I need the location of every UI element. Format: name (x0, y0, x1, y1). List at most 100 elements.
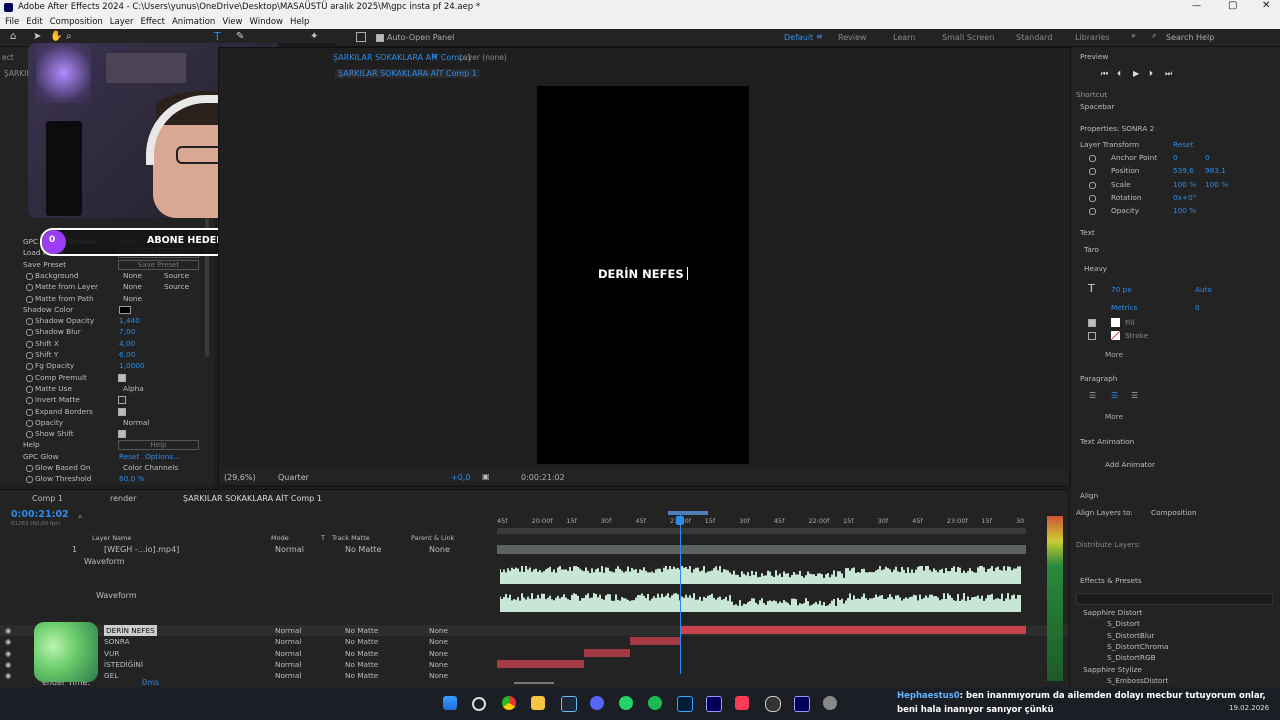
effect-dropdown[interactable]: Alpha (123, 383, 144, 394)
stopwatch-icon[interactable] (26, 374, 33, 382)
audio-layer-name[interactable]: [WEGH -...io].mp4] (104, 545, 179, 554)
effect-dropdown[interactable]: None (123, 270, 142, 281)
search-icon[interactable]: ⌕ (1152, 31, 1156, 41)
preset-folder[interactable]: Sapphire Distort (1083, 608, 1142, 617)
layer-parent[interactable]: None (429, 659, 448, 670)
auto-open-checkbox[interactable] (376, 34, 384, 42)
settings-icon[interactable] (823, 696, 837, 710)
menu-file[interactable]: File (5, 15, 19, 29)
stopwatch-icon[interactable] (26, 284, 33, 292)
effect-checkbox[interactable] (118, 407, 126, 416)
layer-mode[interactable]: Normal (275, 659, 301, 670)
work-area-range[interactable] (668, 511, 708, 515)
effects-search-input[interactable] (1076, 593, 1273, 605)
preset-item[interactable]: S_Distort (1107, 619, 1140, 628)
windows-start-icon[interactable] (443, 696, 457, 710)
effect-row[interactable]: Help Help (0, 439, 205, 451)
effect-value[interactable]: 4,00 (119, 338, 135, 349)
layer-name[interactable]: GEL (104, 670, 118, 681)
effect-checkbox[interactable] (118, 373, 126, 382)
home-icon[interactable]: ⌂ (10, 31, 16, 42)
property-value[interactable]: 100 % (1173, 180, 1196, 189)
effect-checkbox[interactable] (118, 396, 126, 405)
layer-parent[interactable]: None (429, 625, 448, 636)
property-value-2[interactable]: 0 (1205, 153, 1210, 162)
menu-edit[interactable]: Edit (26, 15, 42, 29)
comp-tab[interactable]: ŞARKILAR SOKAKLARA AİT Comp 1 (333, 53, 472, 62)
property-value[interactable]: 0 (1173, 153, 1178, 162)
comp-breadcrumb[interactable]: ŞARKILAR SOKAKLARA AİT Comp 1 (335, 69, 480, 78)
play-icon[interactable]: ▶ (1133, 69, 1139, 78)
first-frame-icon[interactable]: ⏮ (1101, 69, 1108, 79)
effect-row[interactable]: Fg Opacity 1,0000 (0, 360, 205, 371)
preset-item[interactable]: S_DistortChroma (1107, 642, 1169, 651)
brush-tool-icon[interactable]: ✎ (236, 31, 244, 42)
effect-value[interactable]: 7,00 (119, 326, 135, 337)
stopwatch-icon[interactable] (26, 465, 33, 472)
stopwatch-icon[interactable] (26, 397, 33, 405)
effect-options-button[interactable]: Options... (145, 451, 180, 462)
search-taskbar-icon[interactable] (472, 697, 486, 711)
playhead[interactable] (680, 514, 681, 674)
layer-track-matte[interactable]: No Matte (345, 659, 378, 670)
property-value[interactable]: 0x+0° (1173, 193, 1196, 202)
property-value-2[interactable]: 100 % (1205, 180, 1228, 189)
playhead-marker[interactable] (676, 516, 684, 525)
stopwatch-icon[interactable] (1089, 155, 1096, 162)
effect-row[interactable]: Shift X 4,00 (0, 338, 205, 349)
comp-canvas[interactable]: DERİN NEFES (537, 86, 749, 464)
property-value-2[interactable]: 983,1 (1205, 166, 1226, 175)
effect-row[interactable]: Show Shift (0, 428, 205, 439)
prev-frame-icon[interactable]: ⏴ (1117, 69, 1121, 79)
zoom-dropdown[interactable]: (29,6%) (224, 473, 256, 482)
next-frame-icon[interactable]: ⏵ (1149, 69, 1153, 79)
stopwatch-icon[interactable] (26, 431, 33, 439)
workspace-standard[interactable]: Standard (1016, 33, 1052, 42)
last-frame-icon[interactable]: ⏭ (1165, 69, 1172, 79)
close-button[interactable]: ✕ (1262, 0, 1270, 11)
after-effects-icon[interactable] (794, 696, 810, 712)
preset-item[interactable]: S_DistortBlur (1107, 631, 1155, 640)
search-help-input[interactable]: Search Help (1166, 33, 1214, 42)
effect-value[interactable]: 1,440 (119, 315, 140, 326)
effect-row[interactable]: Shift Y 6,00 (0, 349, 205, 360)
audio-layer-row[interactable]: 1 [WEGH -...io].mp4] Normal No Matte Non… (0, 544, 497, 555)
menu-animation[interactable]: Animation (172, 15, 215, 29)
property-value[interactable]: 539,6 (1173, 166, 1194, 175)
exposure-value[interactable]: +0,0 (451, 473, 470, 482)
type-tool-icon[interactable]: T (214, 30, 221, 43)
music-icon[interactable] (735, 696, 749, 710)
effect-button[interactable]: Help (118, 440, 199, 451)
stopwatch-icon[interactable] (26, 318, 33, 326)
text-more-button[interactable]: More (1105, 350, 1123, 359)
maximize-button[interactable]: ▢ (1228, 0, 1237, 11)
timeline-tab-main[interactable]: ŞARKILAR SOKAKLARA AİT Comp 1 (183, 494, 322, 503)
font-size-value[interactable]: 70 px (1111, 285, 1132, 294)
tab-menu-icon[interactable]: ≡ (431, 52, 438, 61)
stopwatch-icon[interactable] (26, 272, 33, 280)
time-ruler[interactable]: 45f20:00f15f30f45f21:00f15f30f45f22:00f1… (497, 514, 1026, 526)
selection-tool-icon[interactable]: ➤ (33, 31, 41, 42)
layer-tab[interactable]: Layer (none) (459, 53, 507, 62)
zoom-slider[interactable] (514, 682, 554, 684)
preset-folder[interactable]: Sapphire Stylize (1083, 665, 1142, 674)
workspace-menu-icon[interactable]: ≡ (816, 32, 823, 41)
transform-reset-button[interactable]: Reset (1173, 140, 1193, 149)
leading-value[interactable]: Auto (1195, 285, 1212, 294)
effect-row[interactable]: GPC Glow Reset Options... (0, 451, 205, 462)
visibility-eye-icon[interactable]: ◉ (5, 625, 11, 636)
stroke-checkbox[interactable] (1088, 332, 1096, 340)
timeline-layer-row[interactable]: ◉ SONRA Normal No Matte None (0, 636, 1068, 647)
workspace-default[interactable]: Default (784, 33, 813, 42)
font-style-dropdown[interactable]: Heavy (1084, 264, 1107, 273)
minimize-button[interactable]: — (1192, 1, 1201, 11)
spotify-icon[interactable] (648, 696, 662, 710)
layer-track-matte[interactable]: No Matte (345, 636, 378, 647)
resolution-dropdown[interactable]: Quarter (278, 473, 309, 482)
stroke-swatch[interactable] (1111, 331, 1120, 340)
layer-duration-bar[interactable] (497, 659, 584, 668)
timeline-search-icon[interactable]: ⌕ (78, 512, 82, 522)
stopwatch-icon[interactable] (1089, 168, 1096, 176)
effect-row[interactable]: Matte from Path None (0, 293, 205, 304)
menu-layer[interactable]: Layer (110, 15, 134, 29)
